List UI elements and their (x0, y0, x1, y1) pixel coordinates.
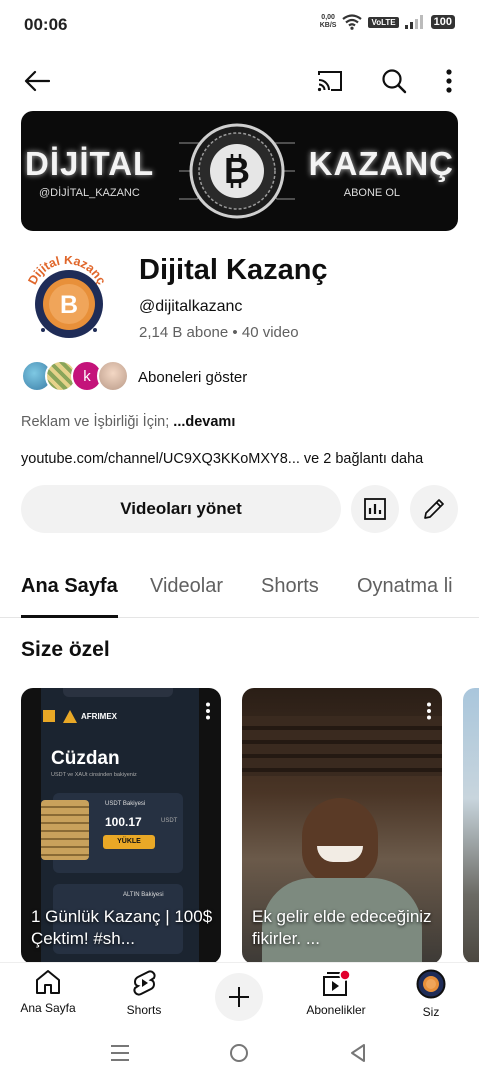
nav-you[interactable]: Siz (386, 969, 476, 1019)
short-title: 1 Günlük Kazanç | 100$ Çektim! #sh... (31, 907, 213, 948)
tab-videos[interactable]: Videolar (150, 575, 223, 598)
money-stack-graphic (41, 800, 89, 860)
short-title: Ek gelir elde edeceğiniz fikirler. ... (252, 907, 432, 948)
top-app-bar (0, 56, 479, 106)
usdt-balance: 100.17 (105, 815, 142, 829)
nav-shorts[interactable]: Shorts (99, 969, 189, 1017)
svg-text:B: B (224, 150, 250, 191)
channel-description[interactable]: Reklam ve İşbirliği İçin; ...devamı (21, 414, 235, 430)
subscriber-count: 2,14 B abone (139, 324, 229, 341)
channel-links[interactable]: youtube.com/channel/UC9XQ3KKoMXY8... ve … (21, 451, 423, 467)
banner-subscribe-text: ABONE OL (343, 187, 400, 199)
subscriber-avatar (97, 360, 129, 392)
wallet-title: Cüzdan (51, 748, 120, 769)
wallet-subtitle: USDT ve XAUt cinsinden bakiyeniz (51, 772, 137, 778)
analytics-button[interactable] (351, 485, 399, 533)
description-more[interactable]: ...devamı (173, 414, 235, 430)
signal-icon (404, 15, 423, 29)
short-card[interactable] (463, 688, 479, 964)
svg-text:B: B (60, 291, 78, 319)
more-links[interactable]: ve 2 bağlantı daha (300, 451, 423, 467)
show-subscribers-label: Aboneleri göster (138, 369, 248, 386)
bitcoin-coin-graphic: B (179, 123, 295, 219)
channel-link[interactable]: youtube.com/channel/UC9XQ3KKoMXY8... (21, 451, 300, 467)
banner-handle: @DİJİTAL_KAZANC (39, 187, 140, 199)
manage-videos-button[interactable]: Videoları yönet (21, 485, 341, 533)
short-card[interactable]: AFRIMEX Cüzdan USDT ve XAUt cinsinden ba… (21, 688, 221, 964)
pencil-icon (424, 499, 444, 519)
plus-icon (229, 987, 249, 1007)
home-circle-icon[interactable] (229, 1043, 249, 1063)
channel-stats: 2,14 B abone • 40 video (139, 324, 299, 341)
afrimex-brand: AFRIMEX (81, 712, 117, 721)
stats-separator: • (232, 324, 238, 341)
network-speed: 0,00 KB/S (319, 14, 337, 29)
volte-badge: VoLTE (368, 16, 399, 28)
recents-icon[interactable] (110, 1044, 130, 1062)
shorts-icon (133, 970, 156, 996)
channel-name: Dijital Kazanç (139, 254, 328, 286)
edit-channel-button[interactable] (410, 485, 458, 533)
short-card[interactable]: Ek gelir elde edeceğiniz fikirler. ... (242, 688, 442, 964)
wifi-icon (342, 14, 363, 30)
section-title: Size özel (21, 638, 110, 661)
profile-avatar-icon (416, 969, 446, 999)
active-tab-indicator (21, 615, 118, 618)
card-more-icon[interactable] (426, 702, 432, 720)
channel-avatar[interactable]: Dijital Kazanç B (21, 256, 113, 340)
home-icon (36, 970, 60, 994)
short-thumbnail (242, 716, 442, 776)
more-vert-icon[interactable] (432, 64, 466, 98)
channel-banner[interactable]: B DİJİTAL KAZANÇ @DİJİTAL_KAZANC ABONE O… (21, 111, 458, 231)
back-arrow-icon[interactable] (20, 64, 54, 98)
bottom-navigation: Ana Sayfa Shorts Abonelikler Siz (0, 962, 479, 1026)
channel-handle: @dijitalkazanc (139, 298, 243, 315)
analytics-icon (364, 498, 386, 520)
status-bar: 00:06 0,00 KB/S VoLTE 100 (0, 0, 479, 50)
status-icons: 0,00 KB/S VoLTE 100 (320, 14, 455, 30)
show-subscribers-row[interactable]: k Aboneleri göster (21, 360, 321, 394)
card-more-icon[interactable] (205, 702, 211, 720)
create-button[interactable] (215, 973, 263, 1021)
person-graphic (302, 798, 378, 884)
system-navigation-bar (0, 1026, 479, 1080)
load-button: YÜKLE (103, 835, 155, 849)
cast-icon[interactable] (313, 64, 347, 98)
usdt-balance-label: USDT Bakiyesi (105, 801, 146, 807)
tab-playlists[interactable]: Oynatma li (357, 575, 453, 598)
banner-right-text: KAZANÇ (308, 145, 454, 182)
afrimex-logo-icon (63, 710, 77, 723)
channel-tabs: Ana Sayfa Videolar Shorts Oynatma li (0, 560, 479, 618)
video-count: 40 video (241, 324, 299, 341)
tab-shorts[interactable]: Shorts (261, 575, 319, 598)
back-triangle-icon[interactable] (350, 1043, 366, 1063)
search-icon[interactable] (377, 64, 411, 98)
battery-indicator: 100 (430, 15, 455, 29)
nav-home[interactable]: Ana Sayfa (3, 969, 93, 1015)
nav-subscriptions[interactable]: Abonelikler (291, 969, 381, 1017)
banner-left-text: DİJİTAL (25, 145, 155, 182)
status-time: 00:06 (24, 15, 68, 34)
subscriptions-icon (323, 969, 351, 996)
gold-balance-label: ALTIN Bakiyesi (123, 892, 164, 898)
tab-home[interactable]: Ana Sayfa (21, 575, 118, 598)
